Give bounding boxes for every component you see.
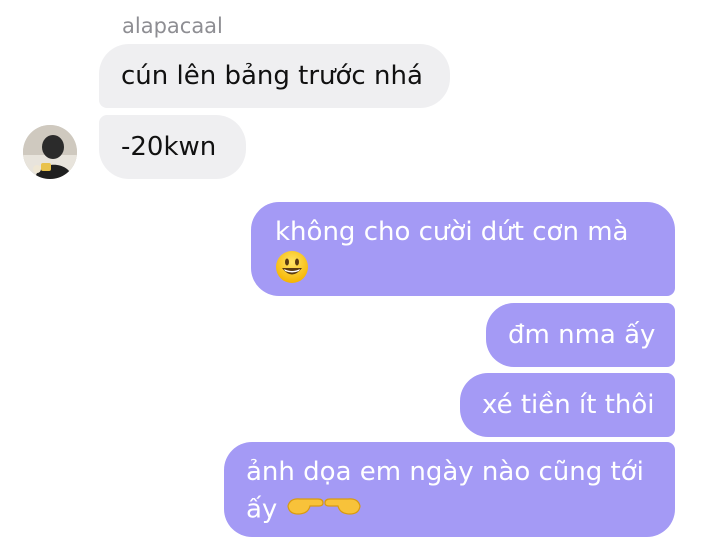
grinning-face-emoji-icon [275, 250, 309, 294]
incoming-message[interactable]: -20kwn [99, 115, 246, 179]
message-text: -20kwn [121, 132, 217, 162]
outgoing-message[interactable]: đm nma ấy [486, 303, 675, 367]
outgoing-message[interactable]: xé tiền ít thôi [460, 373, 675, 437]
sender-name: alapacaal [122, 14, 223, 38]
message-text: đm nma ấy [508, 320, 656, 350]
avatar-photo [23, 125, 77, 179]
pointing-fingers-together-emoji-icon [286, 490, 362, 530]
outgoing-message[interactable]: không cho cười dứt cơn mà [251, 202, 675, 296]
message-text: cún lên bảng trước nhá [121, 61, 423, 91]
avatar[interactable] [23, 125, 77, 179]
outgoing-message[interactable]: ảnh dọa em ngày nào cũng tới ấy [224, 442, 675, 537]
incoming-message[interactable]: cún lên bảng trước nhá [99, 44, 450, 108]
message-text: xé tiền ít thôi [482, 390, 655, 420]
message-text: không cho cười dứt cơn mà [275, 217, 629, 247]
